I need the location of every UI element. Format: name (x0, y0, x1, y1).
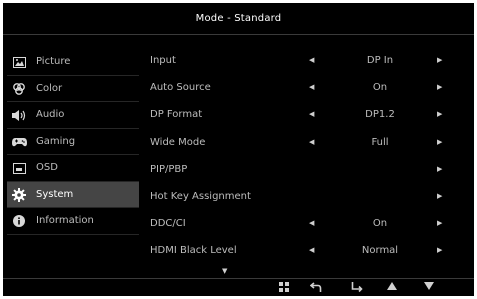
arrow-right-icon[interactable]: ▶ (437, 237, 442, 264)
arrow-left-icon[interactable]: ◀ (309, 210, 314, 237)
arrow-right-icon[interactable]: ▶ (437, 74, 442, 101)
osd-menu: Mode - Standard Picture Color Audio Gami… (3, 3, 474, 296)
sidebar-item-color[interactable]: Color (7, 76, 139, 106)
setting-label: HDMI Black Level (150, 245, 237, 257)
bottom-nav-bar (3, 278, 474, 297)
settings-list: Input ◀ DP In ▶ Auto Source ◀ On ▶ DP Fo… (145, 47, 470, 265)
audio-icon (11, 102, 27, 132)
arrow-left-icon[interactable]: ◀ (309, 101, 314, 128)
arrow-left-icon[interactable]: ◀ (309, 237, 314, 264)
setting-value: Full (371, 136, 389, 148)
arrow-right-icon[interactable]: ▶ (437, 47, 442, 74)
setting-label: Auto Source (150, 82, 211, 94)
color-icon (11, 76, 27, 106)
arrow-left-icon[interactable]: ◀ (309, 47, 314, 74)
arrow-right-icon[interactable]: ▶ (437, 129, 442, 156)
setting-value: On (372, 82, 388, 94)
sidebar-item-information[interactable]: Information (7, 208, 139, 235)
setting-label: Input (150, 55, 176, 66)
sidebar-item-label: Picture (36, 56, 71, 67)
setting-label: PIP/PBP (150, 163, 188, 175)
sidebar-item-label: OSD (36, 162, 58, 173)
setting-label: DDC/CI (150, 218, 186, 230)
setting-row-auto-source[interactable]: Auto Source ◀ On ▶ (145, 74, 470, 101)
sidebar-item-label: Color (36, 82, 63, 94)
arrow-right-icon[interactable]: ▶ (437, 156, 442, 183)
sidebar-item-osd[interactable]: OSD (7, 155, 139, 182)
setting-row-dp-format[interactable]: DP Format ◀ DP1.2 ▶ (145, 101, 470, 128)
setting-label: DP Format (150, 109, 203, 121)
osd-icon (11, 155, 27, 185)
setting-row-input[interactable]: Input ◀ DP In ▶ (145, 47, 470, 74)
arrow-right-icon[interactable]: ▶ (437, 183, 442, 210)
menu-grid-icon[interactable] (275, 281, 293, 295)
setting-value: DP In (366, 55, 394, 66)
picture-icon (11, 49, 27, 79)
sidebar-item-gaming[interactable]: Gaming (7, 129, 139, 158)
sidebar-item-label: Information (36, 215, 94, 226)
scroll-down-icon[interactable]: ▼ (222, 267, 227, 275)
setting-row-ddc-ci[interactable]: DDC/CI ◀ On ▶ (145, 210, 470, 237)
setting-label: Wide Mode (150, 136, 206, 148)
arrow-right-icon[interactable]: ▶ (437, 210, 442, 237)
arrow-left-icon[interactable]: ◀ (309, 129, 314, 156)
setting-row-pip-pbp[interactable]: PIP/PBP ▶ (145, 156, 470, 183)
gamepad-icon (11, 129, 27, 158)
mode-title: Mode - Standard (3, 3, 474, 35)
sidebar: Picture Color Audio Gaming OSD System In… (7, 49, 139, 235)
sidebar-item-label: Gaming (36, 135, 76, 147)
enter-icon[interactable] (348, 281, 366, 295)
arrow-left-icon[interactable]: ◀ (309, 74, 314, 101)
setting-value: Normal (361, 245, 399, 257)
setting-row-wide-mode[interactable]: Wide Mode ◀ Full ▶ (145, 129, 470, 156)
up-icon[interactable] (383, 281, 401, 295)
back-icon[interactable] (307, 281, 325, 295)
setting-value: DP1.2 (365, 109, 395, 121)
setting-value: On (372, 218, 388, 230)
info-icon (11, 208, 27, 238)
sidebar-item-audio[interactable]: Audio (7, 102, 139, 129)
sidebar-item-system[interactable]: System (7, 181, 139, 208)
arrow-right-icon[interactable]: ▶ (437, 101, 442, 128)
down-icon[interactable] (420, 281, 438, 295)
sidebar-item-picture[interactable]: Picture (7, 49, 139, 76)
setting-row-hot-key-assignment[interactable]: Hot Key Assignment ▶ (145, 183, 470, 210)
setting-row-hdmi-black-level[interactable]: HDMI Black Level ◀ Normal ▶ (145, 237, 470, 264)
setting-label: Hot Key Assignment (150, 190, 251, 202)
sidebar-item-label: System (36, 188, 74, 200)
sidebar-item-label: Audio (36, 109, 65, 120)
